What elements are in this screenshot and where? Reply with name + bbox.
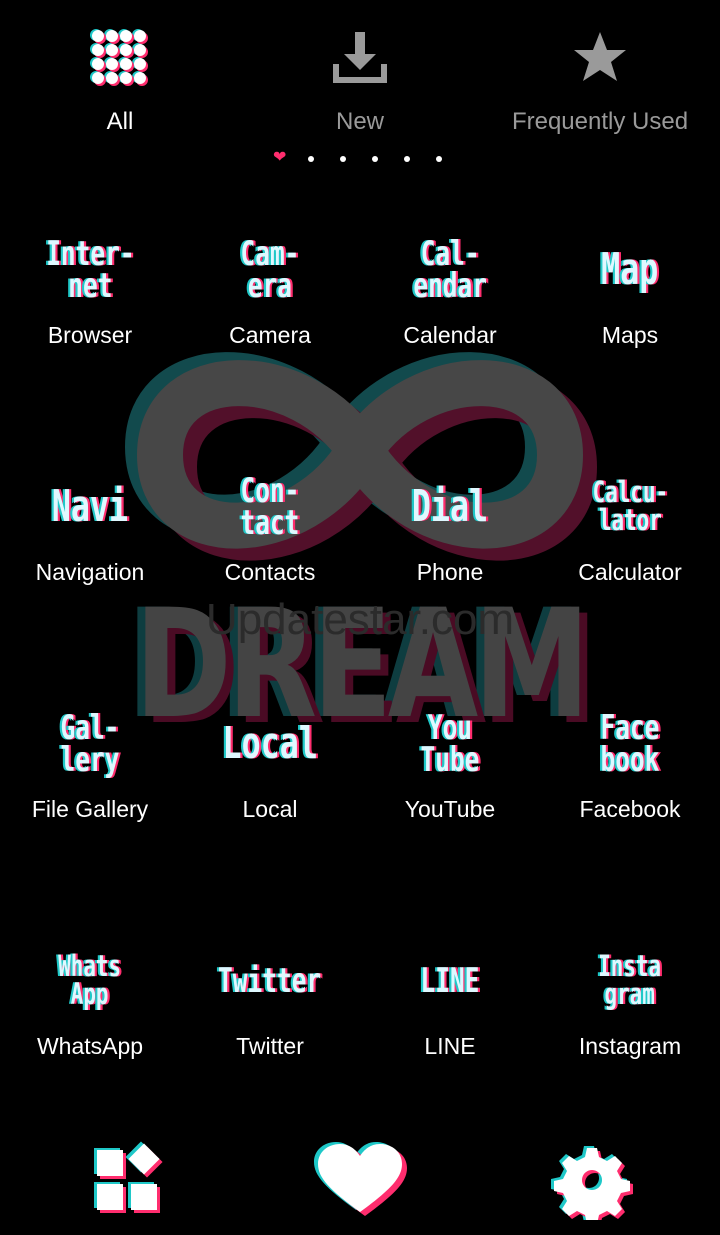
app-label: Browser — [47, 322, 133, 348]
app-label: Camera — [229, 322, 311, 348]
tab-all-label: All — [106, 108, 134, 135]
app-browser[interactable]: Inter-net Browser — [0, 200, 180, 400]
app-instagram[interactable]: Insta gram Instagram — [540, 911, 720, 1111]
star-icon — [570, 28, 630, 93]
tab-all[interactable]: All — [0, 20, 240, 145]
app-whatsapp[interactable]: Whats App WhatsApp — [0, 911, 180, 1111]
app-calculator[interactable]: Calcu-lator Calculator — [540, 437, 720, 637]
page-dot — [340, 156, 346, 162]
phone-icon: Dial — [411, 481, 489, 533]
app-calendar[interactable]: Cal-endar Calendar — [360, 200, 540, 400]
settings-gear-icon — [542, 1146, 642, 1227]
app-label: LINE — [424, 1033, 476, 1059]
gallery-icon: Gal-lery — [60, 707, 120, 780]
app-local[interactable]: Local Local — [180, 674, 360, 874]
app-label: YouTube — [404, 796, 496, 822]
app-file-gallery[interactable]: Gal-lery File Gallery — [0, 674, 180, 874]
tab-new-label: New — [335, 108, 384, 135]
app-navigation[interactable]: Navi Navigation — [0, 437, 180, 637]
download-icon — [330, 28, 390, 93]
current-page-heart-icon: ❤ — [273, 149, 287, 166]
heart-icon — [310, 1142, 410, 1224]
app-twitter[interactable]: Twitter Twitter — [180, 911, 360, 1111]
widgets-icon — [77, 1141, 177, 1224]
bottom-dock — [0, 1130, 720, 1230]
page-dot — [404, 156, 410, 162]
app-contacts[interactable]: Con-tact Contacts — [180, 437, 360, 637]
browser-icon: Inter-net — [45, 233, 135, 306]
page-dot — [308, 156, 314, 162]
page-dot — [372, 156, 378, 162]
app-facebook[interactable]: Face book Facebook — [540, 674, 720, 874]
app-label: Phone — [416, 559, 484, 585]
instagram-icon: Insta gram — [598, 949, 662, 1011]
calculator-icon: Calcu-lator — [592, 475, 668, 537]
navigation-icon: Navi — [51, 481, 129, 533]
twitter-icon: Twitter — [218, 960, 322, 1001]
tab-frequently-used-label: Frequently Used — [511, 108, 689, 135]
app-line[interactable]: LINE LINE — [360, 911, 540, 1111]
tab-new[interactable]: New — [240, 20, 480, 145]
app-label: Twitter — [236, 1033, 304, 1059]
app-maps[interactable]: Map Maps — [540, 200, 720, 400]
app-label: Local — [242, 796, 298, 822]
tab-frequently-used[interactable]: Frequently Used — [480, 20, 720, 145]
app-label: WhatsApp — [36, 1033, 144, 1059]
app-label: Calculator — [578, 559, 682, 585]
settings-button[interactable] — [542, 1140, 642, 1227]
app-label: Instagram — [578, 1033, 682, 1059]
maps-icon: Map — [601, 244, 659, 296]
facebook-icon: Face book — [600, 707, 660, 780]
local-icon: Local — [222, 718, 318, 770]
whatsapp-icon: Whats App — [58, 949, 122, 1011]
line-icon: LINE — [420, 960, 480, 1001]
app-label: Maps — [601, 322, 659, 348]
app-label: Facebook — [579, 796, 681, 822]
app-phone[interactable]: Dial Phone — [360, 437, 540, 637]
youtube-icon: You Tube — [420, 707, 480, 780]
app-label: Navigation — [35, 559, 145, 585]
app-label: File Gallery — [31, 796, 149, 822]
page-indicator: ❤ — [0, 149, 720, 170]
app-camera[interactable]: Cam-era Camera — [180, 200, 360, 400]
widgets-button[interactable] — [77, 1140, 177, 1220]
camera-icon: Cam-era — [240, 233, 300, 306]
calendar-icon: Cal-endar — [413, 233, 487, 306]
page-dot — [436, 156, 442, 162]
app-youtube[interactable]: You Tube YouTube — [360, 674, 540, 874]
contacts-icon: Con-tact — [240, 470, 300, 543]
grid-dots-icon — [90, 28, 150, 93]
favorites-button[interactable] — [310, 1140, 410, 1220]
category-tabs: All New Frequently Used — [0, 0, 720, 150]
app-label: Contacts — [224, 559, 316, 585]
app-label: Calendar — [403, 322, 497, 348]
